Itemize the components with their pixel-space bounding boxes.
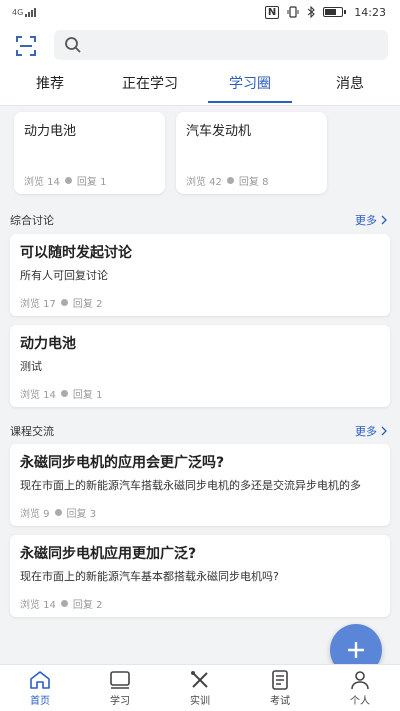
tab-messages[interactable]: 消息: [300, 68, 400, 105]
nav-label: 实训: [190, 695, 210, 707]
post-description: 现在市面上的新能源汽车搭载永磁同步电机的多还是交流异步电机的多: [20, 479, 361, 492]
section-title: 课程交流: [10, 425, 54, 438]
post-description: 所有人可回复讨论: [20, 269, 108, 282]
circle-card[interactable]: 动力电池 浏览 14 回复 1: [14, 112, 165, 194]
scan-icon[interactable]: [15, 35, 37, 57]
more-link[interactable]: 更多: [355, 423, 388, 439]
nav-home[interactable]: 首页: [0, 665, 80, 711]
post-card[interactable]: 永磁同步电机的应用会更广泛吗? 现在市面上的新能源汽车搭载永磁同步电机的多还是交…: [10, 444, 390, 526]
nfc-icon: N: [264, 5, 280, 19]
battery-icon: [323, 7, 347, 17]
home-icon: [30, 670, 50, 689]
tab-learning[interactable]: 正在学习: [100, 68, 200, 105]
main-content: 动力电池 浏览 14 回复 1 汽车发动机 浏览 42 回复 8 综合讨论 更多…: [0, 106, 400, 664]
exam-icon: [272, 669, 288, 690]
search-icon: [65, 37, 81, 53]
vibrate-icon: [287, 6, 299, 18]
nav-label: 个人: [350, 695, 370, 707]
carrier-label: 4G: [12, 8, 24, 17]
views-count: 浏览 42: [186, 177, 222, 188]
post-title: 永磁同步电机应用更加广泛?: [20, 546, 197, 562]
separator-dot: [64, 177, 72, 184]
views-count: 浏览 17: [20, 299, 56, 310]
replies-count: 回复 2: [72, 600, 103, 611]
post-stats: 浏览 14 回复 2: [20, 596, 102, 611]
circle-card[interactable]: 汽车发动机 浏览 42 回复 8: [176, 112, 327, 194]
plus-icon: [348, 642, 364, 658]
replies-count: 回复 3: [66, 509, 97, 520]
nav-exam[interactable]: 考试: [240, 665, 320, 711]
separator-dot: [60, 600, 68, 607]
book-icon: [110, 670, 130, 689]
section-header-general: 综合讨论 更多: [0, 208, 400, 232]
post-title: 可以随时发起讨论: [20, 245, 132, 261]
post-title: 动力电池: [20, 336, 76, 352]
post-description: 现在市面上的新能源汽车基本都搭载永磁同步电机吗?: [20, 570, 279, 583]
views-count: 浏览 14: [20, 600, 56, 611]
circle-card-stats: 浏览 42 回复 8: [186, 173, 268, 188]
replies-count: 回复 2: [72, 299, 103, 310]
bluetooth-icon: [307, 6, 316, 18]
more-link[interactable]: 更多: [355, 212, 388, 228]
tab-study-circle[interactable]: 学习圈: [200, 68, 300, 105]
post-card[interactable]: 动力电池 测试 浏览 14 回复 1: [10, 325, 390, 407]
post-stats: 浏览 17 回复 2: [20, 295, 102, 310]
replies-count: 回复 1: [72, 390, 103, 401]
circle-card-title: 动力电池: [24, 124, 77, 139]
replies-count: 回复 8: [238, 177, 269, 188]
tools-icon: [191, 670, 208, 688]
separator-dot: [54, 509, 62, 516]
search-input[interactable]: [54, 30, 388, 60]
signal-area: 4G: [12, 7, 37, 17]
views-count: 浏览 14: [20, 390, 56, 401]
views-count: 浏览 14: [24, 177, 60, 188]
post-title: 永磁同步电机的应用会更广泛吗?: [20, 455, 225, 471]
nav-label: 学习: [110, 695, 130, 707]
signal-icon: [25, 7, 37, 17]
top-tabs: 推荐 正在学习 学习圈 消息: [0, 68, 400, 106]
bottom-nav: 首页 学习 实训 考试 个人: [0, 664, 400, 711]
separator-dot: [60, 390, 68, 397]
nav-label: 考试: [270, 695, 290, 707]
separator-dot: [60, 299, 68, 306]
nav-study[interactable]: 学习: [80, 665, 160, 711]
replies-count: 回复 1: [76, 177, 107, 188]
section-title: 综合讨论: [10, 214, 54, 227]
search-bar: [0, 24, 400, 68]
separator-dot: [226, 177, 234, 184]
chevron-right-icon: [381, 215, 387, 225]
person-icon: [351, 670, 369, 689]
post-stats: 浏览 9 回复 3: [20, 505, 96, 520]
tab-recommend[interactable]: 推荐: [0, 68, 100, 105]
nav-label: 首页: [30, 695, 50, 707]
post-stats: 浏览 14 回复 1: [20, 386, 102, 401]
views-count: 浏览 9: [20, 509, 50, 520]
post-card[interactable]: 永磁同步电机应用更加广泛? 现在市面上的新能源汽车基本都搭载永磁同步电机吗? 浏…: [10, 535, 390, 617]
clock: 14:23: [354, 5, 386, 19]
nav-profile[interactable]: 个人: [320, 665, 400, 711]
circle-cards: 动力电池 浏览 14 回复 1 汽车发动机 浏览 42 回复 8: [0, 112, 400, 198]
nav-training[interactable]: 实训: [160, 665, 240, 711]
section-header-course: 课程交流 更多: [0, 419, 400, 443]
circle-card-stats: 浏览 14 回复 1: [24, 173, 106, 188]
post-description: 测试: [20, 360, 42, 373]
post-card[interactable]: 可以随时发起讨论 所有人可回复讨论 浏览 17 回复 2: [10, 234, 390, 316]
status-bar: 4G N 14:23: [0, 0, 400, 24]
circle-card-title: 汽车发动机: [186, 124, 252, 139]
chevron-right-icon: [381, 426, 387, 436]
